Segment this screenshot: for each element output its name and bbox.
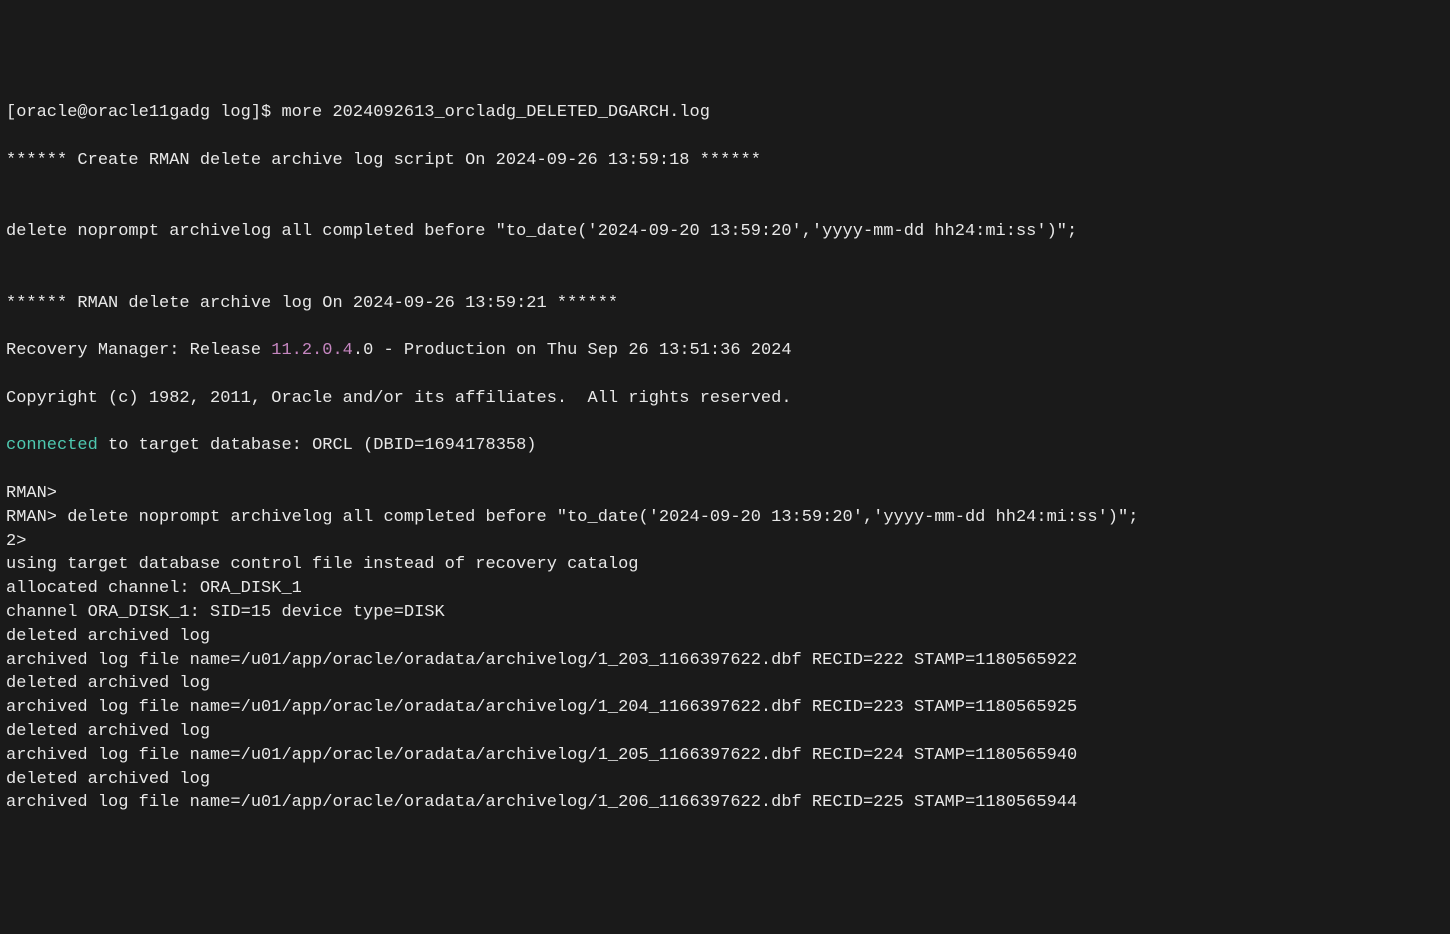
terminal-output: [oracle@oracle11gadg log]$ more 20240926… xyxy=(6,101,1444,815)
blank-line xyxy=(6,196,1444,220)
rman-prompt-2: 2> xyxy=(6,530,1444,554)
prompt-line: [oracle@oracle11gadg log]$ more 20240926… xyxy=(6,101,1444,125)
blank-line xyxy=(6,125,1444,149)
rman-delete-line: RMAN> delete noprompt archivelog all com… xyxy=(6,506,1444,530)
delete-command: delete noprompt archivelog all completed… xyxy=(6,220,1444,244)
archived-log-line: archived log file name=/u01/app/oracle/o… xyxy=(6,744,1444,768)
header-create-script: ****** Create RMAN delete archive log sc… xyxy=(6,149,1444,173)
channel-info-line: channel ORA_DISK_1: SID=15 device type=D… xyxy=(6,601,1444,625)
blank-line xyxy=(6,411,1444,435)
deleted-log-line: deleted archived log xyxy=(6,720,1444,744)
deleted-log-line: deleted archived log xyxy=(6,768,1444,792)
blank-line xyxy=(6,315,1444,339)
blank-line xyxy=(6,268,1444,292)
connected-word: connected xyxy=(6,436,98,455)
version-number: 11.2.0.4 xyxy=(271,341,353,360)
recovery-mgr-post: .0 - Production on Thu Sep 26 13:51:36 2… xyxy=(353,341,792,360)
deleted-log-line: deleted archived log xyxy=(6,672,1444,696)
rman-delete-cmd: delete noprompt archivelog all completed… xyxy=(67,508,1138,527)
command-text: more 2024092613_orcladg_DELETED_DGARCH.l… xyxy=(281,103,709,122)
connected-rest: to target database: ORCL (DBID=169417835… xyxy=(98,436,537,455)
archived-log-line: archived log file name=/u01/app/oracle/o… xyxy=(6,696,1444,720)
shell-prompt: [oracle@oracle11gadg log]$ xyxy=(6,103,281,122)
archived-log-line: archived log file name=/u01/app/oracle/o… xyxy=(6,649,1444,673)
connected-line: connected to target database: ORCL (DBID… xyxy=(6,434,1444,458)
blank-line xyxy=(6,458,1444,482)
copyright-line: Copyright (c) 1982, 2011, Oracle and/or … xyxy=(6,387,1444,411)
rman-prompt-empty: RMAN> xyxy=(6,482,1444,506)
using-target-line: using target database control file inste… xyxy=(6,553,1444,577)
recovery-manager-line: Recovery Manager: Release 11.2.0.4.0 - P… xyxy=(6,339,1444,363)
rman-prompt: RMAN> xyxy=(6,508,67,527)
deleted-log-line: deleted archived log xyxy=(6,625,1444,649)
allocated-channel-line: allocated channel: ORA_DISK_1 xyxy=(6,577,1444,601)
blank-line xyxy=(6,244,1444,268)
archived-log-line: archived log file name=/u01/app/oracle/o… xyxy=(6,791,1444,815)
blank-line xyxy=(6,363,1444,387)
blank-line xyxy=(6,173,1444,197)
header-rman-delete: ****** RMAN delete archive log On 2024-0… xyxy=(6,292,1444,316)
recovery-mgr-pre: Recovery Manager: Release xyxy=(6,341,271,360)
